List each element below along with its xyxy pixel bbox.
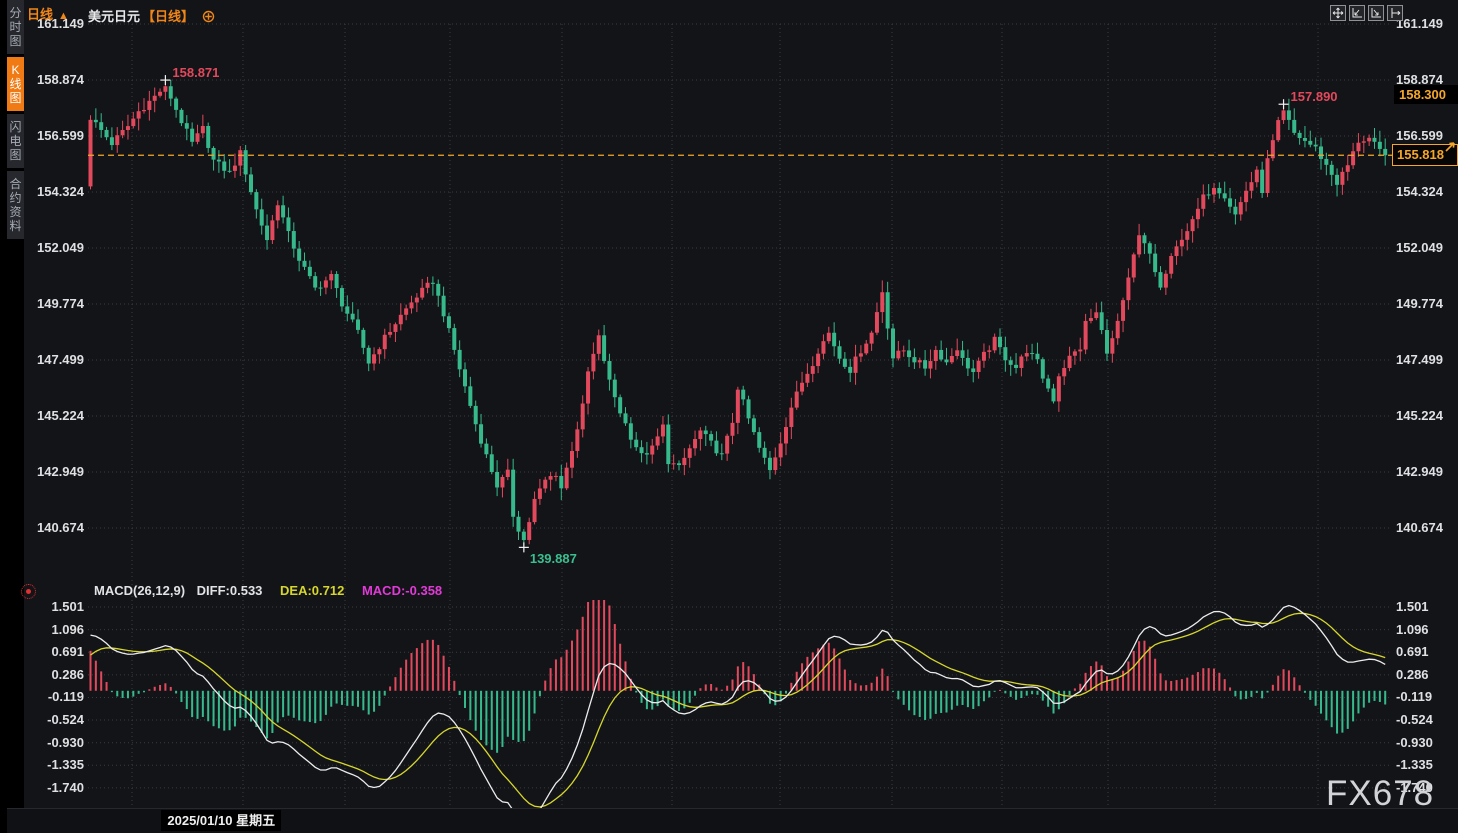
macd-tick-label: 0.691 [1396,644,1458,659]
price-tick-label: 154.324 [18,184,84,199]
price-tick-label: 149.774 [1396,296,1458,311]
symbol-name: 美元日元 [88,9,140,24]
macd-tick-label: 1.501 [1396,599,1458,614]
price-tick-label: 158.874 [18,72,84,87]
price-tick-label: 161.149 [1396,16,1458,31]
macd-panel-series [90,600,1387,822]
upper-price-marker: 158.300 [1394,85,1458,104]
macd-tick-label: -0.930 [1396,735,1458,750]
pan-move-icon[interactable] [1330,5,1346,21]
price-tick-label: 149.774 [18,296,84,311]
macd-header: MACD(26,12,9) DIFF:0.533 DEA:0.712 MACD:… [94,583,442,598]
macd-tick-label: -0.524 [1396,712,1458,727]
macd-tick-label: 0.691 [18,644,84,659]
macd-bar-value: MACD:-0.358 [362,583,442,598]
price-tick-label: 142.949 [1396,464,1458,479]
macd-tick-label: -0.119 [1396,689,1458,704]
macd-tick-label: -1.335 [18,757,84,772]
scale-axis-right-icon[interactable] [1368,5,1384,21]
extreme-point-markers [160,75,1288,552]
macd-tick-label: 1.096 [1396,622,1458,637]
macd-dea-value: DEA:0.712 [280,583,344,598]
period-selector-label: 日线 [27,7,53,22]
main-chart-plot[interactable] [0,0,1458,833]
candlestick-series [89,80,1388,547]
price-tick-label: 152.049 [18,240,84,255]
high-annotation-1: 158.871 [172,65,219,80]
price-tick-label: 156.599 [18,128,84,143]
macd-tick-label: 0.286 [18,667,84,682]
chart-title: 美元日元【日线】 [88,6,215,26]
macd-tick-label: -1.335 [1396,757,1458,772]
period-selector[interactable]: 日线 ▲ [27,4,69,23]
chart-application: 分时图K线图闪电图合约资料 161.149161.149158.874158.8… [0,0,1458,833]
price-tick-label: 140.674 [1396,520,1458,535]
indicator-marker-icon[interactable] [21,584,36,599]
price-tick-label: 142.949 [18,464,84,479]
gear-plus-icon[interactable] [202,10,215,26]
price-tick-label: 140.674 [18,520,84,535]
macd-tick-label: -0.524 [18,712,84,727]
price-tick-label: 145.224 [1396,408,1458,423]
macd-tick-label: -0.930 [18,735,84,750]
brand-watermark: FX678 [1326,774,1434,814]
price-tick-label: 147.499 [1396,352,1458,367]
gridlines [88,24,1392,806]
macd-tick-label: 0.286 [1396,667,1458,682]
price-tick-label: 154.324 [1396,184,1458,199]
chart-toolbar [1330,5,1403,21]
price-tick-label: 152.049 [1396,240,1458,255]
macd-params-label: MACD(26,12,9) [94,583,185,598]
price-tick-label: 147.499 [18,352,84,367]
macd-tick-label: 1.501 [18,599,84,614]
high-annotation-2: 157.890 [1291,89,1338,104]
go-to-latest-icon[interactable] [1387,5,1403,21]
price-pointer-icon [1444,140,1457,158]
macd-tick-label: 1.096 [18,622,84,637]
macd-tick-label: -1.740 [18,780,84,795]
price-tick-label: 145.224 [18,408,84,423]
period-selector-arrow-icon: ▲ [58,10,69,22]
macd-diff-value: DIFF:0.533 [197,583,263,598]
crosshair-date-tooltip: 2025/01/10 星期五 [161,810,281,831]
macd-tick-label: -0.119 [18,689,84,704]
period-tag: 【日线】 [142,9,194,24]
low-annotation: 139.887 [530,551,577,566]
scale-axis-left-icon[interactable] [1349,5,1365,21]
